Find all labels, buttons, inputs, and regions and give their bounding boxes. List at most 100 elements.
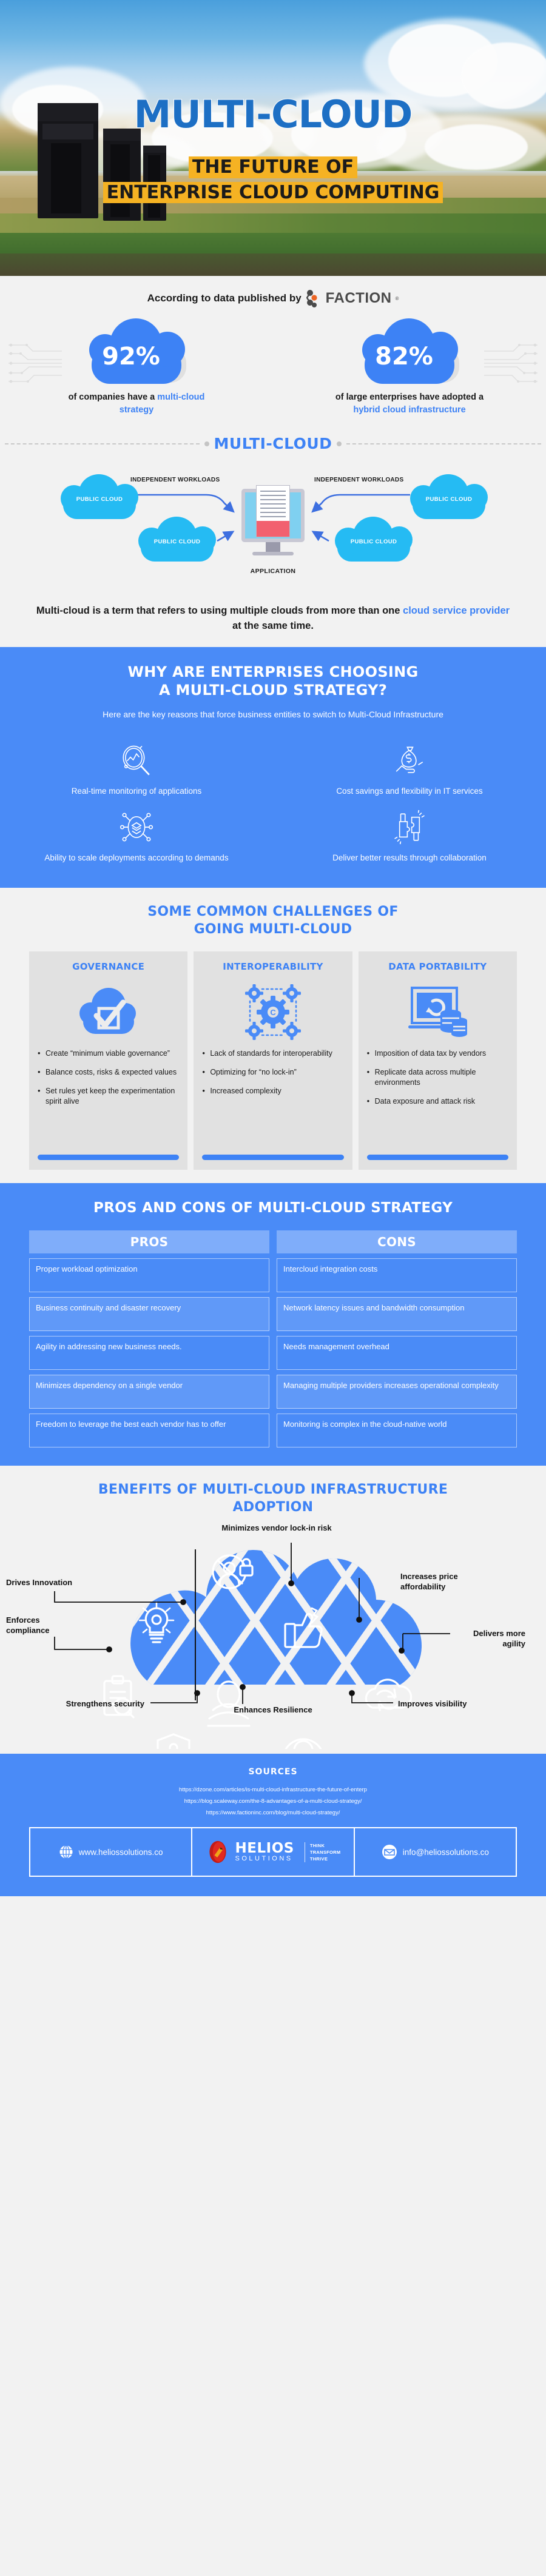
benefits-title-line1: BENEFITS OF MULTI-CLOUD INFRASTRUCTURE bbox=[98, 1482, 448, 1498]
description-accent: cloud service provider bbox=[403, 605, 510, 617]
tagline-line2: TRANSFORM bbox=[309, 1849, 341, 1855]
hero-section: MULTI-CLOUD THE FUTURE OF ENTERPRISE CLO… bbox=[0, 0, 546, 276]
statistics-section: According to data published by FACTION ® bbox=[0, 276, 546, 433]
challenges-title: SOME COMMON CHALLENGES OF GOING MULTI-CL… bbox=[0, 904, 546, 938]
pros-cons-title: PROS AND CONS OF MULTI-CLOUD STRATEGY bbox=[93, 1200, 453, 1216]
footer-logo-cell: HELIOS SOLUTIONS THINK TRANSFORM THRIVE bbox=[191, 1828, 353, 1876]
challenge-cards: GOVERNANCE Create “minimum viab bbox=[0, 951, 546, 1170]
divider-dash-left bbox=[5, 443, 200, 444]
benefit-label-resilience: Enhances Resilience bbox=[234, 1705, 312, 1715]
challenge-bullet: Set rules yet keep the experimentation s… bbox=[38, 1085, 179, 1107]
helios-tagline: THINK TRANSFORM THRIVE bbox=[304, 1842, 341, 1863]
footer-email-cell[interactable]: info@heliossolutions.co bbox=[353, 1828, 516, 1876]
challenge-bullet: Create “minimum viable governance” bbox=[38, 1048, 179, 1059]
benefit-label-visibility: Improves visibility bbox=[398, 1699, 467, 1709]
footer-website-text: www.heliossolutions.co bbox=[78, 1847, 163, 1857]
challenge-bullet-list: Create “minimum viable governance” Balan… bbox=[38, 1048, 179, 1115]
challenge-bullet: Lack of standards for interoperability bbox=[202, 1048, 343, 1059]
gears-network-icon: C bbox=[244, 984, 301, 1041]
cons-header: CONS bbox=[277, 1230, 517, 1254]
footer-website-cell[interactable]: www.heliossolutions.co bbox=[30, 1828, 191, 1876]
benefit-label-compliance: Enforces compliance bbox=[6, 1615, 50, 1635]
public-cloud-label: PUBLIC CLOUD bbox=[425, 496, 473, 503]
workload-label-left: INDEPENDENT WORKLOADS bbox=[130, 477, 220, 484]
sources-list: https://dzone.com/articles/is-multi-clou… bbox=[0, 1784, 546, 1819]
challenge-accent-bar bbox=[38, 1155, 180, 1161]
challenge-card-governance: GOVERNANCE Create “minimum viab bbox=[29, 951, 188, 1170]
challenge-icon-wrap bbox=[367, 979, 508, 1045]
why-subtitle: Here are the key reasons that force busi… bbox=[103, 709, 443, 719]
public-cloud-label: PUBLIC CLOUD bbox=[76, 496, 123, 503]
benefit-label-security: Strengthens security bbox=[66, 1699, 144, 1709]
challenges-title-line2: GOING MULTI-CLOUD bbox=[194, 921, 352, 937]
challenge-accent-bar bbox=[366, 1155, 508, 1161]
helios-brand-main: HELIOS bbox=[235, 1840, 294, 1856]
cloud-stat-shape: 92% bbox=[86, 318, 187, 384]
cons-cell: Intercloud integration costs bbox=[277, 1258, 517, 1293]
hero-subtitle-line1: THE FUTURE OF bbox=[188, 156, 358, 178]
sources-section: SOURCES https://dzone.com/articles/is-mu… bbox=[0, 1754, 546, 1828]
magnifier-chart-icon bbox=[123, 745, 150, 776]
page-title: MULTI-CLOUD bbox=[133, 92, 414, 137]
benefit-label-price: Increases price affordability bbox=[400, 1572, 458, 1592]
why-reason-item: Cost savings and flexibility in IT servi… bbox=[273, 734, 546, 801]
footer-email-text: info@heliossolutions.co bbox=[402, 1847, 489, 1857]
multicloud-diagram: PUBLIC CLOUD PUBLIC CLOUD PUBLIC CLOUD P… bbox=[0, 457, 546, 600]
pros-cell: Minimizes dependency on a single vendor bbox=[29, 1375, 269, 1409]
challenge-bullet-list: Lack of standards for interoperability O… bbox=[202, 1048, 343, 1105]
benefit-label-agility: Delivers more agility bbox=[473, 1629, 525, 1649]
footer-section: www.heliossolutions.co HELIOS SOLUTIONS … bbox=[0, 1827, 546, 1897]
public-cloud-node: PUBLIC CLOUD bbox=[410, 474, 488, 520]
faction-mark-icon bbox=[306, 290, 317, 307]
stat-item: 92% of companies have a multi-cloud stra… bbox=[0, 318, 273, 417]
challenge-card-interoperability: INTEROPERABILITY C • Lack of standards f… bbox=[194, 951, 352, 1170]
multicloud-definition-section: MULTI-CLOUD PUBLIC CLOUD PUBLIC CLOUD PU… bbox=[0, 432, 546, 647]
multicloud-description: Multi-cloud is a term that refers to usi… bbox=[0, 603, 546, 634]
hero-subtitle-line2: ENTERPRISE CLOUD COMPUTING bbox=[103, 181, 443, 204]
challenge-icon-wrap bbox=[38, 979, 179, 1045]
application-monitor bbox=[238, 485, 308, 562]
benefits-diagram: Minimizes vendor lock-in risk Drives Inn… bbox=[0, 1523, 546, 1749]
why-reason-label: Deliver better results through collabora… bbox=[332, 853, 487, 862]
faction-wordmark: FACTION bbox=[325, 290, 392, 306]
pros-header: PROS bbox=[29, 1230, 269, 1254]
challenge-bullet-list: Imposition of data tax by vendors Replic… bbox=[367, 1048, 508, 1115]
stat-caption-plain: of companies have a bbox=[68, 392, 158, 402]
cloud-checkmark-icon bbox=[79, 988, 136, 1035]
benefits-section: BENEFITS OF MULTI-CLOUD INFRASTRUCTURE A… bbox=[0, 1466, 546, 1754]
public-cloud-label: PUBLIC CLOUD bbox=[153, 538, 201, 546]
divider-dash-right bbox=[346, 443, 541, 444]
pros-cell: Proper workload optimization bbox=[29, 1258, 269, 1293]
pros-cell: Business continuity and disaster recover… bbox=[29, 1297, 269, 1332]
benefit-label-lockin: Minimizes vendor lock-in risk bbox=[221, 1523, 332, 1533]
public-cloud-node: PUBLIC CLOUD bbox=[335, 517, 413, 563]
stat-value: 92% bbox=[102, 343, 160, 371]
stat-caption-accent: hybrid cloud infrastructure bbox=[353, 405, 466, 415]
multicloud-divider: MULTI-CLOUD bbox=[0, 435, 546, 452]
benefits-title-line2: ADOPTION bbox=[232, 1499, 314, 1515]
challenge-bullet: Increased complexity bbox=[202, 1085, 343, 1096]
divider-dot-right bbox=[337, 441, 342, 446]
benefits-title: BENEFITS OF MULTI-CLOUD INFRASTRUCTURE A… bbox=[0, 1481, 546, 1516]
pros-column: PROS Proper workload optimization Busine… bbox=[29, 1230, 269, 1448]
challenge-card-data-portability: DATA PORTABILITY • Imposition of data ta… bbox=[358, 951, 517, 1170]
stats-heading-text: According to data published by bbox=[147, 292, 302, 304]
why-enterprises-section: WHY ARE ENTERPRISES CHOOSING A MULTI-CLO… bbox=[0, 646, 546, 888]
source-url[interactable]: https://www.factioninc.com/blog/multi-cl… bbox=[0, 1807, 546, 1819]
source-url[interactable]: https://dzone.com/articles/is-multi-clou… bbox=[0, 1784, 546, 1796]
challenge-bullet: Data exposure and attack risk bbox=[367, 1096, 508, 1107]
stats-row: 92% of companies have a multi-cloud stra… bbox=[0, 318, 546, 417]
public-cloud-label: PUBLIC CLOUD bbox=[350, 538, 397, 546]
challenge-bullet: Balance costs, risks & expected values bbox=[38, 1067, 179, 1078]
why-reason-item: Deliver better results through collabora… bbox=[273, 801, 546, 868]
source-url[interactable]: https://blog.scaleway.com/the-8-advantag… bbox=[0, 1796, 546, 1807]
workload-label-right: INDEPENDENT WORKLOADS bbox=[314, 477, 404, 484]
description-part1: Multi-cloud is a term that refers to usi… bbox=[36, 605, 403, 617]
svg-text:C: C bbox=[270, 1008, 276, 1017]
stats-heading: According to data published by FACTION ® bbox=[0, 289, 546, 307]
pros-cell: Freedom to leverage the best each vendor… bbox=[29, 1414, 269, 1448]
public-cloud-node: PUBLIC CLOUD bbox=[61, 474, 138, 520]
stat-caption: of companies have a multi-cloud strategy bbox=[61, 391, 212, 417]
why-title: WHY ARE ENTERPRISES CHOOSING A MULTI-CLO… bbox=[0, 663, 546, 700]
challenge-icon-wrap: C bbox=[202, 979, 343, 1045]
